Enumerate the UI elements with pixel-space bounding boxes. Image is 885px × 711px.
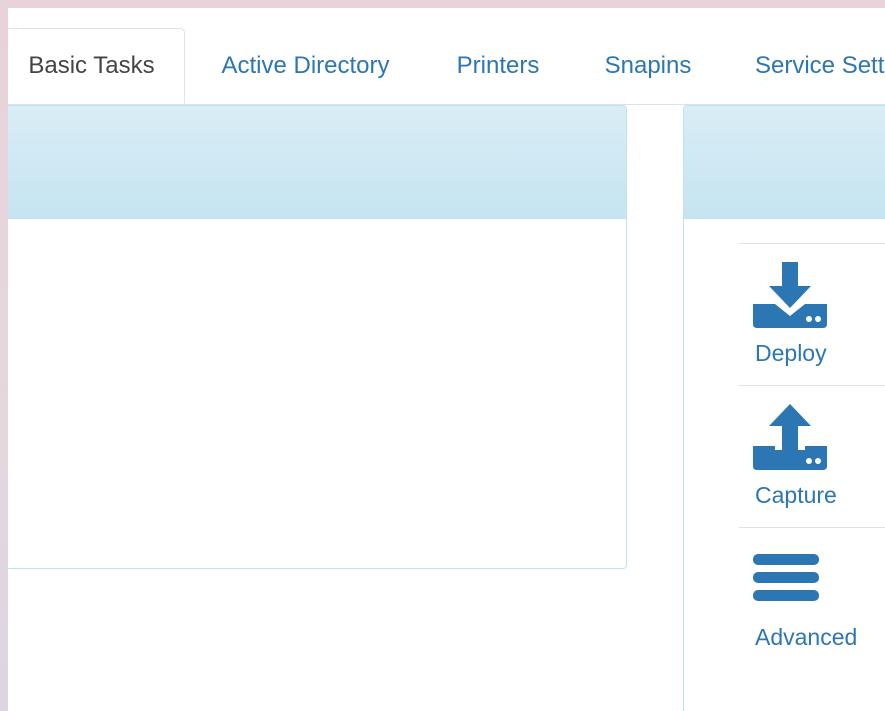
upload-drive-icon xyxy=(753,404,827,470)
tab-service-settings[interactable]: Service Settings xyxy=(755,28,885,104)
page: Basic Tasks Active Directory Printers Sn… xyxy=(8,8,885,711)
capture-task-button[interactable]: Capture xyxy=(739,385,885,528)
tab-label: Basic Tasks xyxy=(28,52,155,79)
bars-icon xyxy=(753,554,819,601)
task-label: Advanced xyxy=(755,624,858,650)
tab-label: Snapins xyxy=(604,52,692,79)
task-label: Deploy xyxy=(755,340,827,366)
tasks-panel-header xyxy=(684,106,885,219)
tab-bar: Basic Tasks Active Directory Printers Sn… xyxy=(8,8,885,105)
task-label: Capture xyxy=(755,482,837,508)
tab-label: Service Settings xyxy=(755,52,885,79)
tab-snapins[interactable]: Snapins xyxy=(588,28,708,104)
tab-printers[interactable]: Printers xyxy=(438,28,558,104)
main-panel xyxy=(8,105,627,569)
deploy-task-button[interactable]: Deploy xyxy=(739,243,885,386)
tab-basic-tasks[interactable]: Basic Tasks xyxy=(8,28,185,104)
advanced-task-button[interactable]: Advanced xyxy=(739,527,885,670)
tab-label: Active Directory xyxy=(221,52,390,79)
tab-active-directory[interactable]: Active Directory xyxy=(198,28,413,104)
tasks-panel: Deploy Capture Advanced xyxy=(683,105,885,711)
main-panel-header xyxy=(8,106,626,219)
download-drive-icon xyxy=(753,262,827,328)
tab-label: Printers xyxy=(456,52,540,79)
